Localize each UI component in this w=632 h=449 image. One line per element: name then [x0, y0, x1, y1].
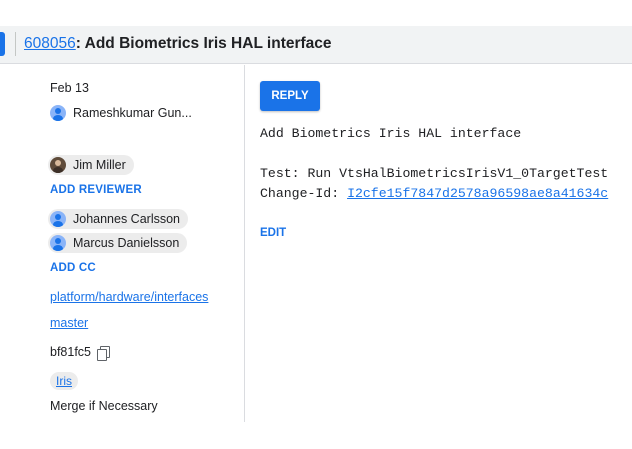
message-test-line: Test: Run VtsHalBiometricsIrisV1_0Target…	[260, 166, 609, 181]
header-accent-bar	[0, 32, 5, 56]
message-subject: Add Biometrics Iris HAL interface	[260, 126, 522, 141]
person-avatar-icon	[50, 105, 66, 121]
change-info-panel: Feb 13 Rameshkumar Gun... Jim Miller ADD…	[0, 65, 245, 422]
cc-chip[interactable]: Marcus Danielsson	[48, 233, 188, 253]
change-id-label: Change-Id:	[260, 186, 348, 201]
cc-name: Johannes Carlsson	[73, 212, 181, 226]
change-title: 608056: Add Biometrics Iris HAL interfac…	[24, 35, 332, 53]
change-subject: : Add Biometrics Iris HAL interface	[75, 35, 332, 52]
header-divider	[15, 32, 16, 56]
add-cc-button[interactable]: ADD CC	[50, 262, 96, 274]
commit-id: bf81fc5	[50, 345, 92, 359]
owner-name: Rameshkumar Gun...	[73, 106, 192, 120]
edit-button[interactable]: EDIT	[260, 227, 286, 239]
cc-chip[interactable]: Johannes Carlsson	[48, 209, 189, 229]
person-avatar-icon	[50, 235, 66, 251]
change-page: 608056: Add Biometrics Iris HAL interfac…	[0, 0, 632, 449]
cc-name: Marcus Danielsson	[73, 236, 180, 250]
copy-icon[interactable]	[97, 345, 111, 361]
user-photo-icon	[50, 157, 66, 173]
change-id-link[interactable]: I2cfe15f7847d2578a96598ae8a41634c	[347, 186, 608, 201]
submit-strategy: Merge if Necessary	[50, 399, 158, 413]
updated-date: Feb 13	[50, 81, 89, 95]
reply-button[interactable]: REPLY	[260, 81, 320, 111]
branch-link[interactable]: master	[50, 316, 88, 330]
reviewer-name: Jim Miller	[73, 158, 126, 172]
topic-link[interactable]: Iris	[50, 372, 78, 390]
message-change-id: Change-Id: I2cfe15f7847d2578a96598ae8a41…	[260, 186, 608, 201]
add-reviewer-button[interactable]: ADD REVIEWER	[50, 184, 142, 196]
commit-hash: bf81fc5	[50, 345, 111, 361]
repository-link[interactable]: platform/hardware/interfaces	[50, 290, 208, 304]
change-header: 608056: Add Biometrics Iris HAL interfac…	[0, 26, 632, 64]
person-avatar-icon	[50, 211, 66, 227]
owner-chip[interactable]: Rameshkumar Gun...	[48, 103, 200, 123]
change-number-link[interactable]: 608056	[24, 35, 76, 52]
commit-message-panel: REPLY Add Biometrics Iris HAL interface …	[246, 65, 632, 422]
reviewer-chip[interactable]: Jim Miller	[48, 155, 134, 175]
